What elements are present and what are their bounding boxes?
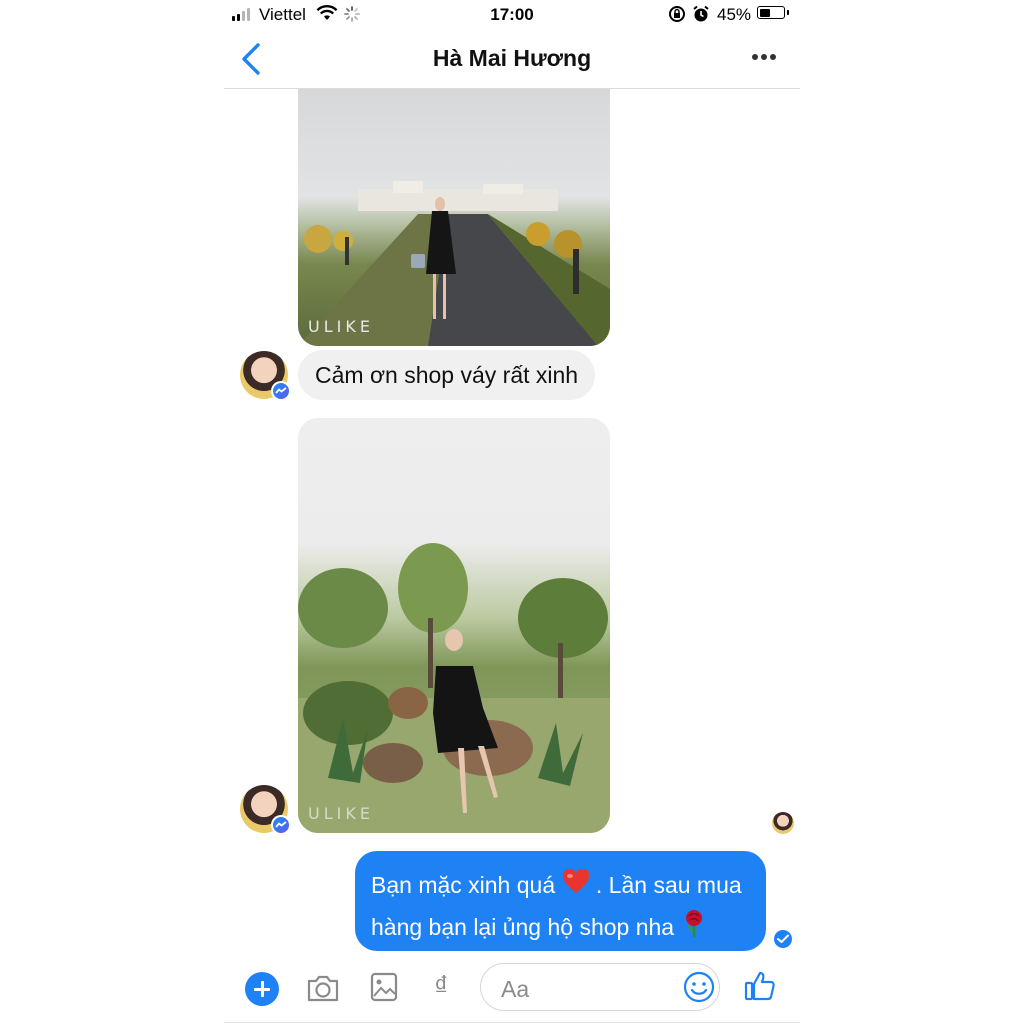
messenger-screen: Viettel 17:00 45% Hà Mai Hương ULIKE Cảm…: [224, 0, 800, 1024]
incoming-message[interactable]: Cảm ơn shop váy rất xinh: [298, 350, 596, 400]
message-text: Bạn mặc xinh quá: [371, 872, 562, 898]
seen-avatar: [772, 812, 794, 834]
message-input[interactable]: Aa: [480, 963, 720, 1011]
clock: 17:00: [490, 5, 534, 24]
plus-icon[interactable]: [245, 972, 279, 1006]
heart-emoji-icon: [562, 867, 590, 907]
outgoing-message[interactable]: Bạn mặc xinh quá . Lần sau mua hàng bạn …: [355, 851, 766, 951]
photo-garden-scene: [298, 543, 610, 833]
rotation-lock-icon: [668, 5, 686, 28]
message-text: . Lần sau mua: [589, 872, 742, 898]
conversation-header: Hà Mai Hương: [224, 30, 800, 89]
more-dots-icon[interactable]: [752, 54, 776, 60]
battery-percent: 45%: [717, 5, 752, 24]
message-text: hàng bạn lại ủng hộ shop nha: [371, 913, 681, 940]
contact-avatar[interactable]: [240, 785, 291, 835]
message-input-placeholder: Aa: [501, 976, 530, 1002]
photo-message[interactable]: ULIKE: [298, 89, 610, 346]
image-icon[interactable]: [370, 972, 398, 1007]
status-bar: Viettel 17:00 45%: [224, 0, 800, 30]
messenger-badge-icon: [271, 381, 291, 401]
messenger-badge-icon: [271, 815, 291, 835]
dong-icon[interactable]: ₫: [434, 970, 448, 1002]
rose-emoji-icon: [681, 908, 707, 950]
photo-watermark: ULIKE: [308, 804, 374, 823]
alarm-icon: [692, 5, 710, 28]
emoji-icon[interactable]: [683, 971, 715, 1008]
seen-check-icon: [774, 930, 792, 948]
bottom-divider: [224, 1022, 800, 1023]
photo-watermark: ULIKE: [308, 317, 374, 336]
photo-road-scene: [298, 181, 610, 346]
battery-icon: [757, 6, 789, 19]
photo-message[interactable]: ULIKE: [298, 418, 610, 833]
camera-icon[interactable]: [306, 973, 340, 1008]
contact-avatar[interactable]: [240, 351, 291, 401]
contact-name[interactable]: Hà Mai Hương: [224, 45, 800, 72]
message-composer: ₫ Aa: [224, 962, 800, 1024]
thumbs-up-icon[interactable]: [744, 970, 776, 1007]
